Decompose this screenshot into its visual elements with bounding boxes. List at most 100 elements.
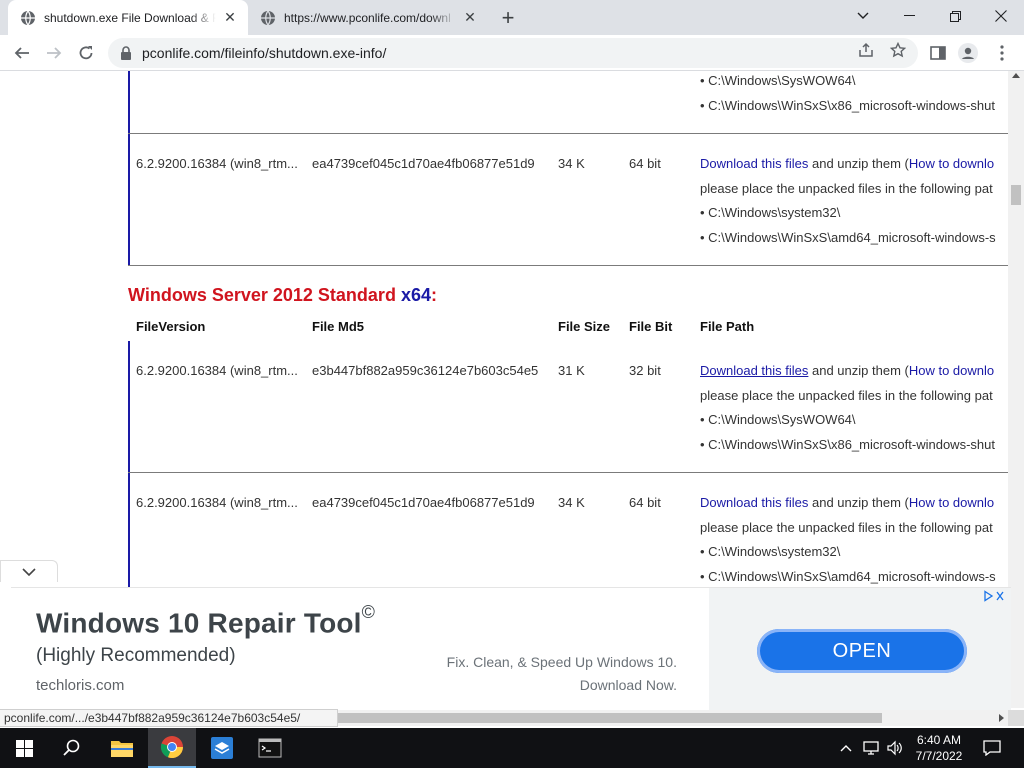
how-to-link[interactable]: How to downlo <box>909 363 994 378</box>
share-icon[interactable] <box>858 42 874 58</box>
path-line: • C:\Windows\WinSxS\x86_microsoft-window… <box>700 97 995 113</box>
app-icon[interactable] <box>198 728 246 768</box>
tab-close-icon[interactable]: ✕ <box>460 8 480 28</box>
forward-icon[interactable] <box>40 39 68 67</box>
menu-kebab-icon[interactable] <box>992 43 1012 63</box>
download-text: and unzip them ( <box>808 363 909 378</box>
reload-icon[interactable] <box>72 39 100 67</box>
tab-strip: shutdown.exe File Download & F ✕ https:/… <box>0 0 1024 35</box>
lock-icon[interactable] <box>120 46 132 60</box>
screen: shutdown.exe File Download & F ✕ https:/… <box>0 0 1024 768</box>
header-file-size: File Size <box>558 319 611 334</box>
file-explorer-icon[interactable] <box>98 728 146 768</box>
header-file-version: FileVersion <box>136 319 206 334</box>
tab-active[interactable]: shutdown.exe File Download & F ✕ <box>8 0 248 35</box>
path-line: • C:\Windows\system32\ <box>700 544 841 559</box>
minimize-icon[interactable] <box>886 0 932 32</box>
section-heading: Windows Server 2012 Standard x64: <box>128 285 437 306</box>
file-version-cell: 6.2.9200.16384 (win8_rtm... <box>136 363 298 378</box>
scrollbar-corner <box>1008 710 1024 726</box>
address-bar[interactable]: pconlife.com/fileinfo/shutdown.exe-info/ <box>108 38 918 68</box>
path-line: • C:\Windows\WinSxS\amd64_microsoft-wind… <box>700 568 996 584</box>
browser-toolbar: pconlife.com/fileinfo/shutdown.exe-info/ <box>0 35 1024 71</box>
path-line: • C:\Windows\WinSxS\x86_microsoft-window… <box>700 436 995 452</box>
file-version-cell: 6.2.9200.16384 (win8_rtm... <box>136 156 298 171</box>
file-path-cell: • C:\Windows\SysWOW64\ • C:\Windows\WinS… <box>700 71 1008 118</box>
ad-copy-line-1: Fix. Clean, & Speed Up Windows 10. <box>446 654 677 670</box>
status-bar-url: pconlife.com/.../e3b447bf882a959c36124e7… <box>0 709 338 727</box>
place-text: please place the unpacked files in the f… <box>700 387 993 403</box>
start-icon[interactable] <box>0 728 48 768</box>
search-icon[interactable] <box>48 728 96 768</box>
ad-open-button[interactable]: OPEN <box>757 629 967 673</box>
scrollbar-thumb[interactable] <box>1011 185 1021 205</box>
notification-icon[interactable] <box>980 728 1004 768</box>
new-tab-icon[interactable]: + <box>496 5 520 30</box>
tray-chevron-up-icon[interactable] <box>836 728 856 768</box>
section-title-text: Windows Server 2012 Standard <box>128 285 401 305</box>
download-link[interactable]: Download this files <box>700 363 808 378</box>
close-icon[interactable] <box>978 0 1024 32</box>
path-line: • C:\Windows\SysWOW64\ <box>700 412 856 427</box>
restore-icon[interactable] <box>932 0 978 32</box>
download-link[interactable]: Download this files <box>700 156 808 171</box>
ad-domain: techloris.com <box>36 677 125 694</box>
path-line: • C:\Windows\system32\ <box>700 205 841 220</box>
how-to-link[interactable]: How to downlo <box>909 156 994 171</box>
row-separator <box>128 265 1008 266</box>
file-table-prev: • C:\Windows\SysWOW64\ • C:\Windows\WinS… <box>128 71 1008 266</box>
download-text: and unzip them ( <box>808 156 909 171</box>
ad-title: Windows 10 Repair Tool© <box>36 602 375 639</box>
file-size-cell: 31 K <box>558 363 585 378</box>
bookmark-star-icon[interactable] <box>890 42 906 58</box>
path-line: • C:\Windows\WinSxS\amd64_microsoft-wind… <box>700 229 996 245</box>
ad-title-mark: © <box>361 602 376 622</box>
horizontal-scrollbar[interactable] <box>338 710 1008 726</box>
download-text: and unzip them ( <box>808 495 909 510</box>
network-icon[interactable] <box>860 728 882 768</box>
tab-title: https://www.pconlife.com/downl <box>284 10 451 25</box>
terminal-icon[interactable] <box>246 728 294 768</box>
profile-avatar[interactable] <box>958 43 978 63</box>
tab-search-icon[interactable] <box>840 0 886 32</box>
back-icon[interactable] <box>8 39 36 67</box>
how-to-link[interactable]: How to downlo <box>909 495 994 510</box>
ad-collapse-button[interactable] <box>0 560 58 582</box>
clock-time: 6:40 AM <box>916 733 962 747</box>
file-md5-cell: e3b447bf882a959c36124e7b603c54e5 <box>312 363 539 378</box>
header-file-path: File Path <box>700 319 755 334</box>
header-file-md5: File Md5 <box>312 319 365 334</box>
file-size-cell: 34 K <box>558 495 585 510</box>
clock-date: 7/7/2022 <box>915 749 963 763</box>
tab-title: shutdown.exe File Download & F <box>44 10 216 25</box>
file-path-cell: Download this files and unzip them (How … <box>700 152 1008 250</box>
system-clock[interactable]: 6:40 AM 7/7/2022 <box>898 732 980 764</box>
place-text: please place the unpacked files in the f… <box>700 180 993 196</box>
scroll-right-icon[interactable] <box>999 714 1004 722</box>
adchoices-icon[interactable] <box>983 590 1005 605</box>
chevron-down-icon <box>22 567 36 576</box>
ad-banner[interactable]: Windows 10 Repair Tool© (Highly Recommen… <box>11 587 1011 710</box>
file-md5-cell: ea4739cef045c1d70ae4fb06877e51d9 <box>312 156 535 171</box>
section-colon: : <box>430 285 437 305</box>
chrome-icon[interactable] <box>148 728 196 768</box>
globe-icon <box>21 10 35 25</box>
file-path-cell: Download this files and unzip them (How … <box>700 491 1008 589</box>
header-file-bit: File Bit <box>629 319 673 334</box>
scroll-up-icon[interactable] <box>1012 73 1020 78</box>
file-md5-cell: ea4739cef045c1d70ae4fb06877e51d9 <box>312 495 535 510</box>
table-row: 6.2.9200.16384 (win8_rtm... e3b447bf882a… <box>128 341 1008 473</box>
file-size-cell: 34 K <box>558 156 585 171</box>
horizontal-scrollbar-thumb[interactable] <box>338 713 882 723</box>
file-bit-cell: 64 bit <box>629 156 661 171</box>
section-arch: x64 <box>400 285 431 305</box>
table-row: • C:\Windows\SysWOW64\ • C:\Windows\WinS… <box>128 71 1008 134</box>
file-bit-cell: 64 bit <box>629 495 661 510</box>
tab-close-icon[interactable]: ✕ <box>220 8 240 28</box>
file-path-cell: Download this files and unzip them (How … <box>700 359 1008 457</box>
tab-inactive[interactable]: https://www.pconlife.com/downl ✕ <box>250 0 488 35</box>
place-text: please place the unpacked files in the f… <box>700 519 993 535</box>
file-table: 6.2.9200.16384 (win8_rtm... e3b447bf882a… <box>128 341 1008 611</box>
download-link[interactable]: Download this files <box>700 495 808 510</box>
side-panel-icon[interactable] <box>928 43 948 63</box>
